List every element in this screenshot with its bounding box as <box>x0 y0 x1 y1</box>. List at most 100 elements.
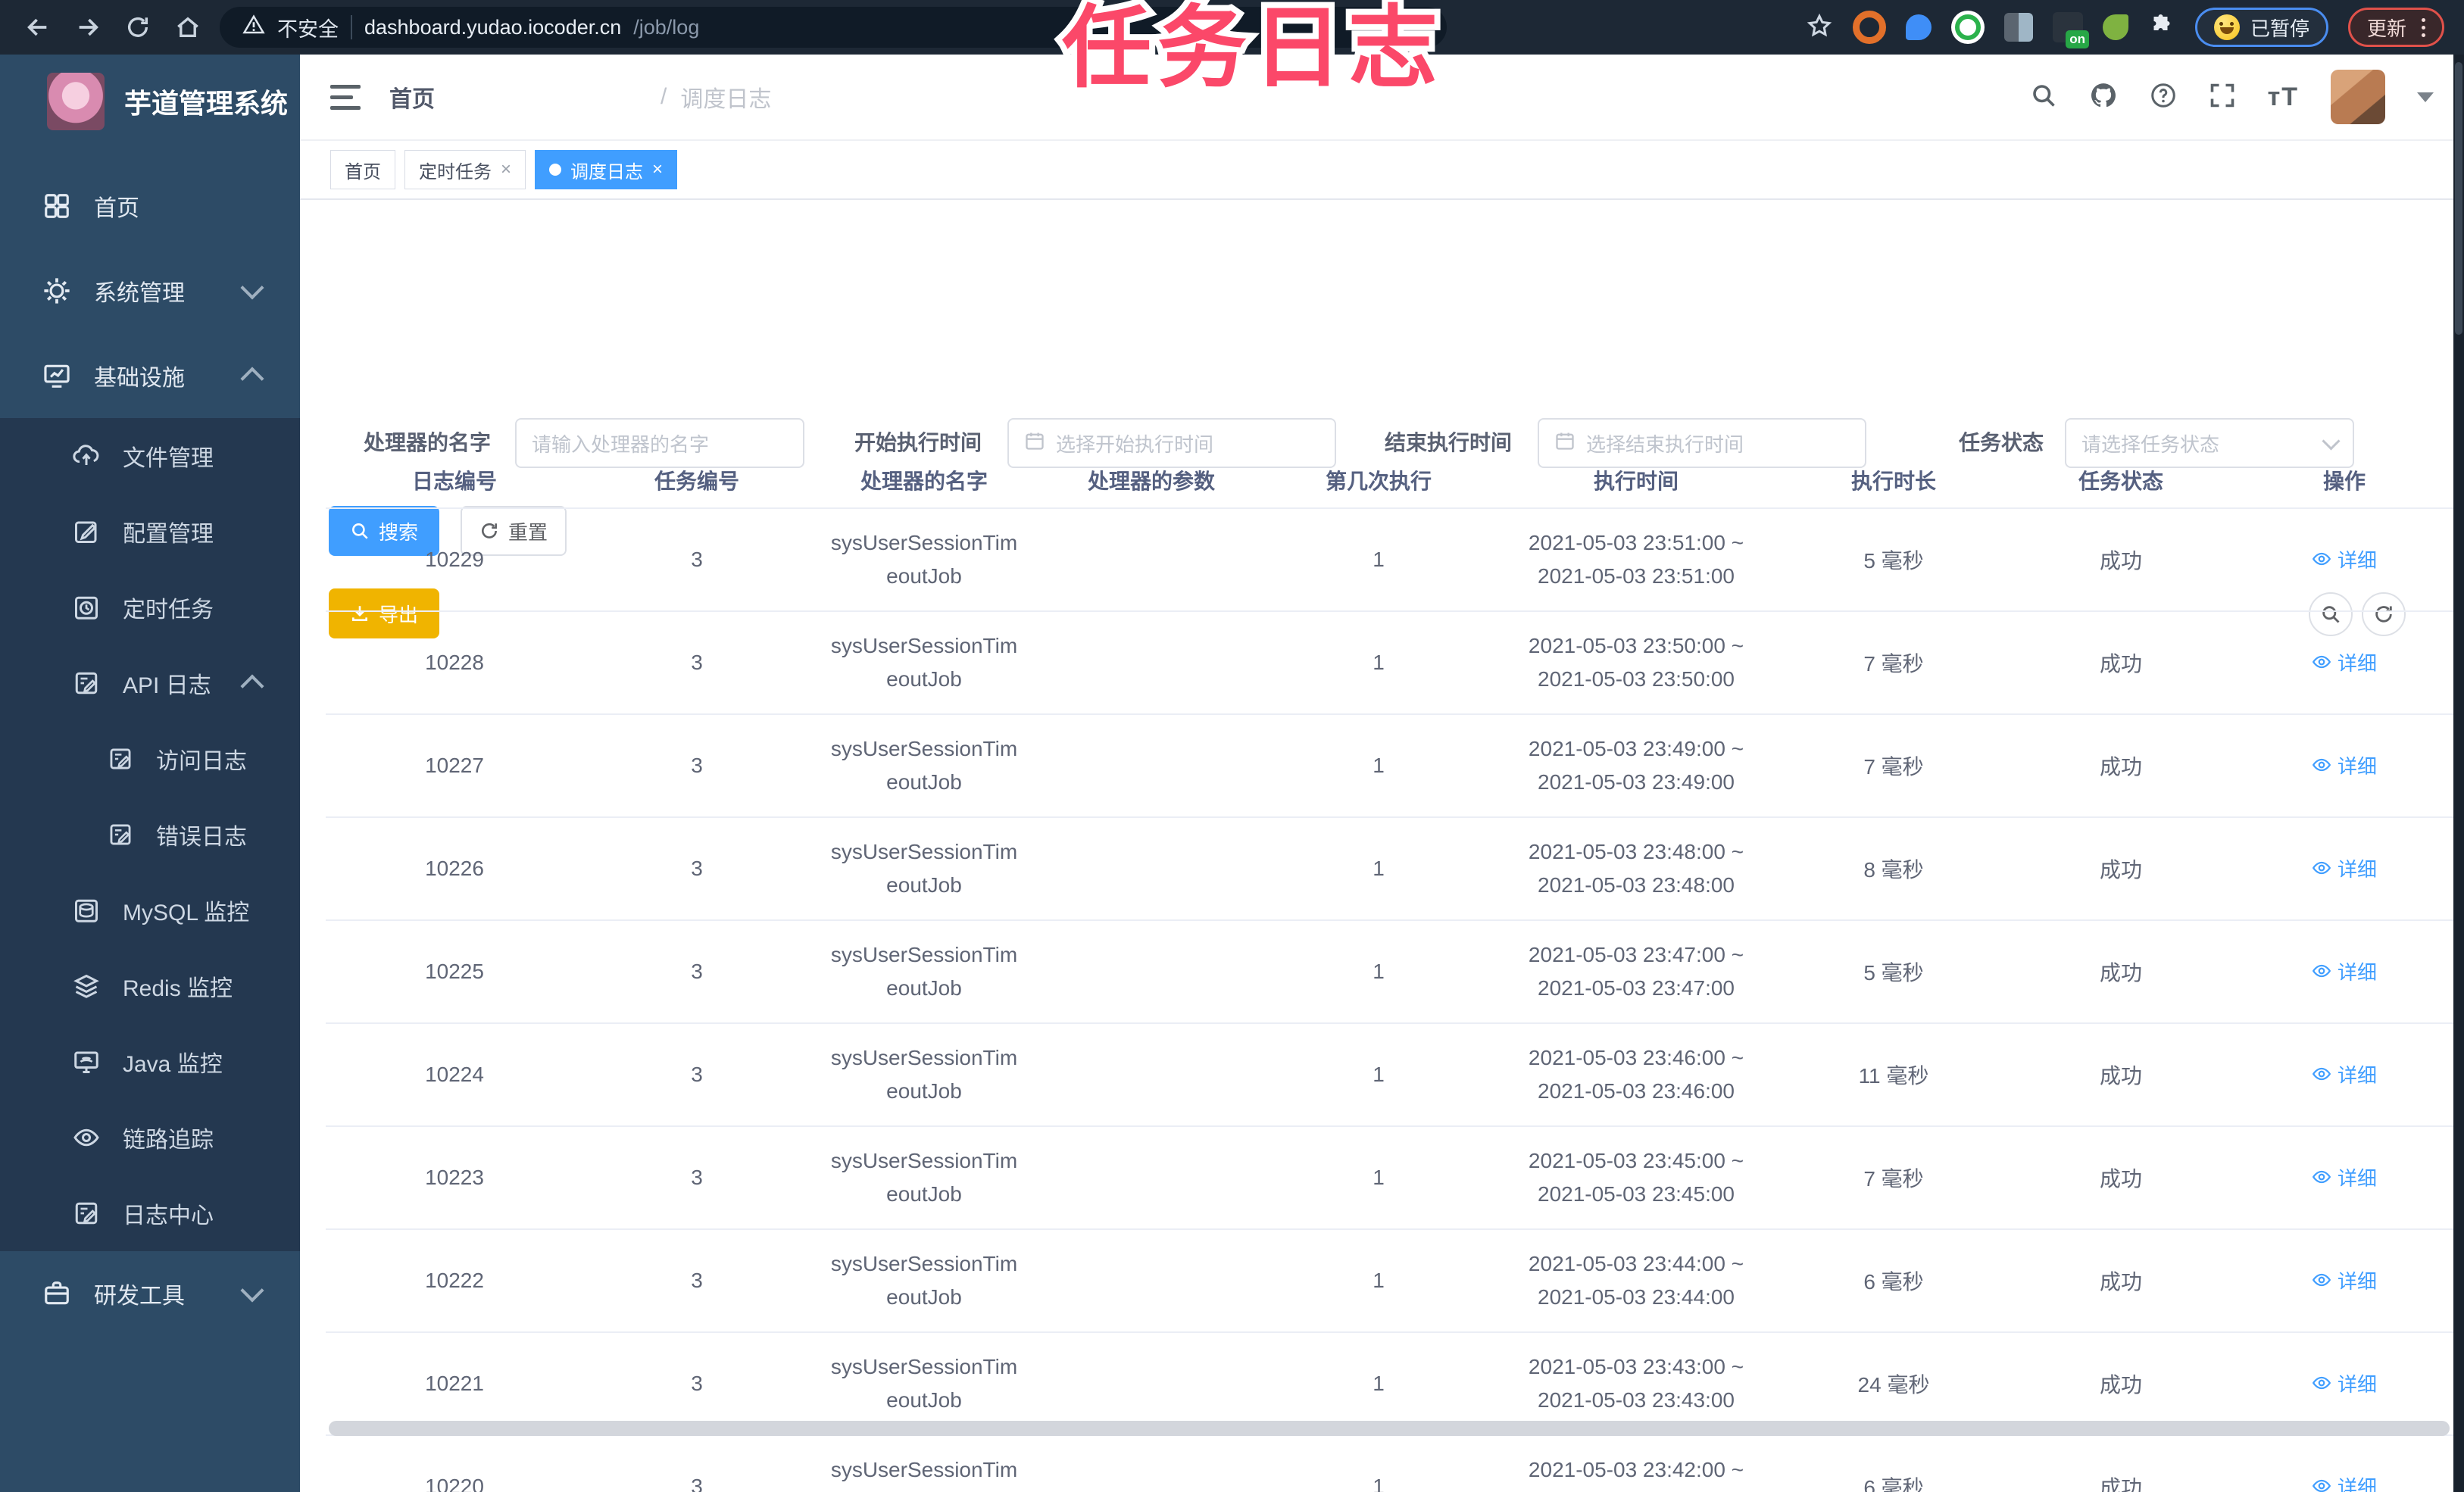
cell-time: 2021-05-03 23:48:00 ~2021-05-03 23:48:00 <box>1528 840 1744 897</box>
search-icon[interactable] <box>2030 82 2057 113</box>
cell-log-id: 10228 <box>425 651 484 674</box>
detail-link[interactable]: 详细 <box>2312 545 2377 573</box>
close-icon[interactable]: × <box>501 159 511 180</box>
cell-log-id: 10220 <box>425 1475 484 1492</box>
cell-duration: 8 毫秒 <box>1863 858 1924 882</box>
sidebar-logo-row[interactable]: 芋道管理系统 <box>0 55 300 138</box>
horizontal-scrollbar[interactable] <box>329 1421 2450 1436</box>
forward-icon[interactable] <box>70 9 106 45</box>
cell-action: 详细 <box>2234 1266 2454 1296</box>
detail-link[interactable]: 详细 <box>2312 648 2377 676</box>
back-icon[interactable] <box>20 9 56 45</box>
chevron-down-icon <box>240 276 264 300</box>
cell-job-id: 3 <box>691 754 703 777</box>
table-row: 10224 3 sysUserSessionTim eoutJob 1 2021-… <box>326 1024 2454 1127</box>
update-button[interactable]: 更新 <box>2347 8 2444 47</box>
table-body: 10229 3 sysUserSessionTim eoutJob 1 2021-… <box>326 509 2454 1492</box>
cell-duration: 7 毫秒 <box>1863 1167 1924 1191</box>
grid-extension-icon[interactable] <box>2003 13 2033 42</box>
sidebar-item-access-log[interactable]: 访问日志 <box>0 721 300 797</box>
sidebar-item-error-log[interactable]: 错误日志 <box>0 797 300 872</box>
detail-link[interactable]: 详细 <box>2312 1060 2377 1088</box>
sidebar-item-api-log[interactable]: API 日志 <box>0 645 300 721</box>
green-y-extension-icon[interactable] <box>1950 11 1985 44</box>
fullscreen-icon[interactable] <box>2209 82 2236 113</box>
vertical-scrollbar[interactable] <box>2453 55 2464 1492</box>
shield-warning-icon[interactable] <box>242 14 265 42</box>
detail-link[interactable]: 详细 <box>2312 1266 2377 1294</box>
cell-job-id: 3 <box>691 1475 703 1492</box>
sidebar-item-redis[interactable]: Redis 监控 <box>0 948 300 1024</box>
sidebar-item-trace[interactable]: 链路追踪 <box>0 1100 300 1175</box>
profile-paused-pill[interactable]: 已暂停 <box>2194 8 2328 47</box>
reload-icon[interactable] <box>120 9 156 45</box>
sidebar-item-file[interactable]: 文件管理 <box>0 418 300 494</box>
cell-action: 详细 <box>2234 957 2454 987</box>
cell-time: 2021-05-03 23:47:00 ~2021-05-03 23:47:00 <box>1528 943 1744 1000</box>
page-overlay-title: 任务日志 任务日志 <box>1056 0 1444 104</box>
breadcrumb-home[interactable]: 首页 <box>389 80 647 114</box>
cell-job-id: 3 <box>691 1166 703 1189</box>
blue-drop-extension-icon[interactable] <box>1905 14 1932 40</box>
cell-duration: 6 毫秒 <box>1863 1476 1924 1492</box>
cell-status: 成功 <box>2099 1476 2142 1492</box>
screen: 不安全 dashboard.yudao.iocoder.cn/job/log o… <box>0 0 2464 1492</box>
cell-handler: sysUserSessionTimeoutJob <box>830 1458 1018 1492</box>
green-leaf-extension-icon[interactable] <box>2102 14 2128 40</box>
cell-status: 成功 <box>2099 755 2142 779</box>
kebab-menu-icon[interactable] <box>2422 17 2425 37</box>
sidebar-item-dev-tools[interactable]: 研发工具 <box>0 1251 300 1336</box>
orange-ring-extension-icon[interactable] <box>1852 11 1886 44</box>
help-icon[interactable] <box>2150 82 2177 113</box>
cell-handler: sysUserSessionTimeoutJob <box>830 634 1018 691</box>
cell-handler: sysUserSessionTimeoutJob <box>830 1355 1018 1412</box>
cell-job-id: 3 <box>691 1372 703 1395</box>
detail-link[interactable]: 详细 <box>2312 854 2377 882</box>
avatar[interactable] <box>2331 70 2385 124</box>
on-badge-extension-icon[interactable]: on <box>2052 12 2089 48</box>
breadcrumb-current: 调度日志 <box>680 87 772 112</box>
table-row: 10226 3 sysUserSessionTim eoutJob 1 2021-… <box>326 818 2454 921</box>
cell-action: 详细 <box>2234 545 2454 575</box>
home-icon[interactable] <box>170 9 206 45</box>
sidebar-item-job[interactable]: 定时任务 <box>0 570 300 645</box>
cell-duration: 7 毫秒 <box>1863 652 1924 676</box>
detail-link[interactable]: 详细 <box>2312 1163 2377 1191</box>
cell-time: 2021-05-03 23:50:00 ~2021-05-03 23:50:00 <box>1528 634 1744 691</box>
job-log-table: 日志编号 任务编号 处理器的名字 处理器的参数 第几次执行 执行时间 执行时长 … <box>326 453 2454 1492</box>
close-icon[interactable]: × <box>652 159 663 180</box>
detail-link[interactable]: 详细 <box>2312 1472 2377 1492</box>
sidebar-item-config[interactable]: 配置管理 <box>0 494 300 570</box>
cell-handler: sysUserSessionTimeoutJob <box>830 1149 1018 1206</box>
cell-handler: sysUserSessionTimeoutJob <box>830 737 1018 794</box>
detail-link[interactable]: 详细 <box>2312 957 2377 985</box>
cell-status: 成功 <box>2099 1167 2142 1191</box>
puzzle-extensions-icon[interactable] <box>2148 12 2175 43</box>
cell-duration: 7 毫秒 <box>1863 755 1924 779</box>
cell-log-id: 10222 <box>425 1269 484 1292</box>
sidebar-item-log-center[interactable]: 日志中心 <box>0 1175 300 1251</box>
cell-handler: sysUserSessionTimeoutJob <box>830 943 1018 1000</box>
tab-job[interactable]: 定时任务 × <box>404 150 526 189</box>
sidebar-item-system[interactable]: 系统管理 <box>0 248 300 333</box>
cell-action: 详细 <box>2234 854 2454 884</box>
chevron-down-icon[interactable] <box>2417 92 2434 102</box>
star-icon[interactable] <box>1806 12 1833 43</box>
sidebar-item-home[interactable]: 首页 <box>0 164 300 248</box>
detail-link[interactable]: 详细 <box>2312 751 2377 779</box>
sidebar-item-mysql[interactable]: MySQL 监控 <box>0 872 300 948</box>
sidebar-item-java[interactable]: Java 监控 <box>0 1024 300 1100</box>
detail-link[interactable]: 详细 <box>2312 1369 2377 1397</box>
tab-home[interactable]: 首页 <box>330 150 395 189</box>
cell-time: 2021-05-03 23:43:00 ~2021-05-03 23:43:00 <box>1528 1355 1744 1412</box>
github-icon[interactable] <box>2089 81 2118 114</box>
url-path: /job/log <box>633 15 700 39</box>
cell-handler: sysUserSessionTimeoutJob <box>830 1046 1018 1103</box>
cell-status: 成功 <box>2099 1064 2142 1088</box>
tab-job-log[interactable]: 调度日志 × <box>535 150 678 189</box>
cell-count: 1 <box>1373 857 1385 880</box>
cell-duration: 5 毫秒 <box>1863 961 1924 985</box>
hamburger-icon[interactable] <box>330 84 361 110</box>
sidebar-item-infra[interactable]: 基础设施 <box>0 333 300 418</box>
font-size-icon[interactable]: ᴛT <box>2268 83 2299 112</box>
